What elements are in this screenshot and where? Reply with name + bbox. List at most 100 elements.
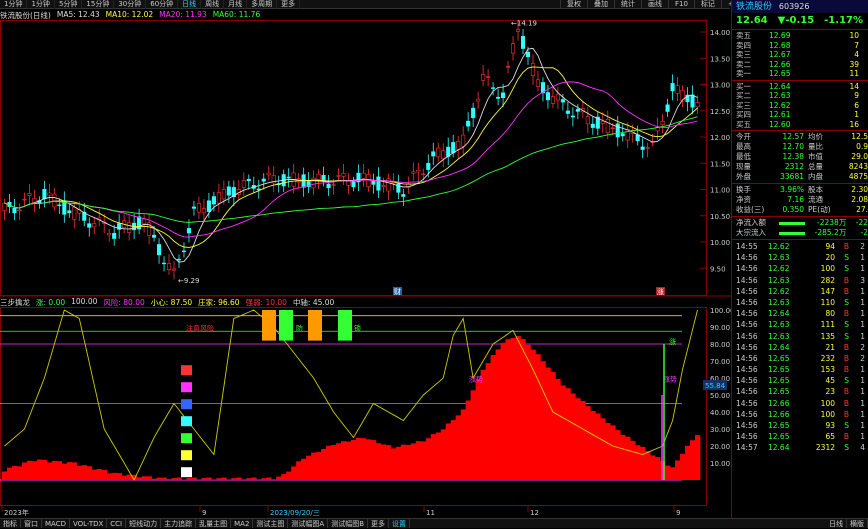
stat-value: 8243 (848, 162, 868, 171)
indicator-legend-item: 风险: 80.00 (103, 298, 145, 307)
tick-price: 12.65 (768, 421, 790, 430)
date-axis-label: 11 (426, 509, 435, 517)
strength-bar (545, 367, 551, 480)
strength-bar (286, 471, 292, 480)
price-axis-label: 12.00 (710, 134, 730, 142)
stat-value: 27. (856, 205, 868, 214)
candle-body (565, 110, 570, 114)
tick-count: 2 (860, 353, 865, 363)
bottom-tab[interactable]: 测试幅图A (288, 519, 329, 528)
stat-label: PE(动) (808, 205, 831, 214)
signal-block (181, 399, 192, 410)
candle-body (496, 96, 501, 99)
bottom-tab[interactable]: 乱量主图 (196, 519, 232, 528)
bid-row: 买二 12.63 9 (732, 91, 868, 101)
candle-body (17, 209, 22, 212)
stats-block: 今开 12.57 均价 12.5 最高 12.70 量比 0.9 最低 12.38 市值 29.0 现量… (732, 132, 868, 182)
ind-axis-label: 100.00 (710, 307, 731, 315)
strength-bar (470, 390, 476, 480)
bottom-tab[interactable]: 主力追踪 (161, 519, 197, 528)
strength-bar (635, 445, 641, 480)
bottom-tab[interactable]: 窗口 (21, 519, 42, 528)
tick-time: 14:56 (736, 409, 758, 419)
bottom-tab[interactable]: CCI (107, 519, 127, 528)
stat-value: 12.5 (851, 132, 868, 141)
tick-count: 4 (860, 443, 865, 453)
candle-body (535, 79, 541, 87)
candle-body (331, 184, 336, 186)
tick-row: 14:56 12.62 100 S 1 (732, 263, 868, 274)
tick-volume: 93 (825, 421, 835, 430)
bottom-tab[interactable]: 更多 (368, 519, 390, 528)
tick-price: 12.64 (768, 443, 790, 453)
stat-row: 最低 12.38 市值 29.0 (732, 152, 868, 162)
strength-bar (76, 465, 83, 480)
quote-title: 铁流股份 603926 (732, 0, 868, 13)
bid-row: 买三 12.62 6 (732, 101, 868, 111)
candle-body (530, 63, 536, 77)
strength-bar (86, 466, 93, 480)
tick-time: 14:55 (736, 242, 758, 251)
tick-price: 12.65 (768, 365, 790, 375)
strength-bar (670, 467, 676, 480)
strength-bar (311, 452, 317, 480)
strength-bar (281, 474, 287, 480)
strength-bar (21, 462, 28, 480)
strength-bar (405, 444, 412, 480)
date-axis-label: 9 (676, 509, 680, 517)
fang-label: 防 (296, 323, 303, 332)
strength-bar (515, 336, 521, 480)
stat-label: 均价 (808, 132, 823, 141)
candle-body (461, 134, 466, 147)
tick-row: 14:56 12.65 232 B 2 (732, 353, 868, 364)
kline-chart[interactable]: 14.00 13.50 13.00 12.50 12.00 11.50 11.00 10.50… (0, 0, 731, 518)
candle-body (107, 233, 112, 236)
bottom-tab[interactable]: MACD (42, 519, 70, 528)
candle-body (246, 178, 251, 182)
bottom-tab[interactable]: 短线动力 (126, 519, 162, 528)
bottom-right-tab[interactable]: 日线 (826, 519, 847, 528)
tick-volume: 100 (820, 409, 835, 419)
bottom-tab[interactable]: 测试主图 (253, 519, 289, 528)
tick-time: 14:56 (736, 421, 758, 430)
bottom-right-tab[interactable]: 横版 (847, 519, 868, 528)
candle-body (67, 210, 72, 214)
bottom-tab[interactable]: 设置 (389, 519, 411, 528)
bid-volume: 16 (849, 119, 859, 129)
stock-code: 603926 (778, 2, 810, 11)
tick-count: 1 (860, 432, 865, 442)
candle-body (506, 66, 511, 68)
ind-axis-label: 20.00 (710, 443, 730, 451)
strength-bar (196, 479, 202, 480)
tick-price: 12.62 (768, 242, 790, 251)
tick-volume: 45 (825, 376, 835, 386)
price-pct: -1.17% (824, 15, 863, 26)
bottom-tab[interactable]: 指标 (0, 519, 21, 528)
tick-volume: 21 (825, 342, 835, 352)
tick-direction: S (844, 264, 849, 274)
signal-block (181, 450, 192, 461)
strength-bar (580, 400, 586, 480)
high-annotation: ←14.19 (511, 20, 537, 28)
indicator-legend-item: 100.00 (71, 297, 98, 306)
price-axis-label: 14.00 (710, 29, 730, 37)
strength-bar (460, 409, 466, 480)
strength-bar (271, 479, 277, 480)
bottom-tab[interactable]: 测试幅图B (328, 519, 369, 528)
stat-label: 总量 (808, 162, 823, 171)
strength-bar (445, 423, 452, 480)
bottom-tab[interactable]: VOL-TDX (70, 519, 108, 528)
bid-volume: 14 (849, 81, 859, 91)
candle-body (361, 172, 366, 179)
strength-bar (615, 430, 621, 480)
bid-volume: 9 (854, 91, 859, 100)
strength-bar (66, 462, 73, 480)
buy-label: 涨势 (469, 374, 483, 383)
tick-list[interactable]: 14:55 12.62 94 B 2 14:56 12.63 20 S 1 14:56 12.62 10… (732, 241, 868, 454)
bottom-tab[interactable]: MA2 (231, 519, 254, 528)
strength-bar (675, 460, 681, 480)
strength-bar (111, 472, 117, 480)
strength-bar (36, 459, 43, 480)
tick-direction: S (844, 320, 849, 330)
candle-body (615, 123, 620, 138)
